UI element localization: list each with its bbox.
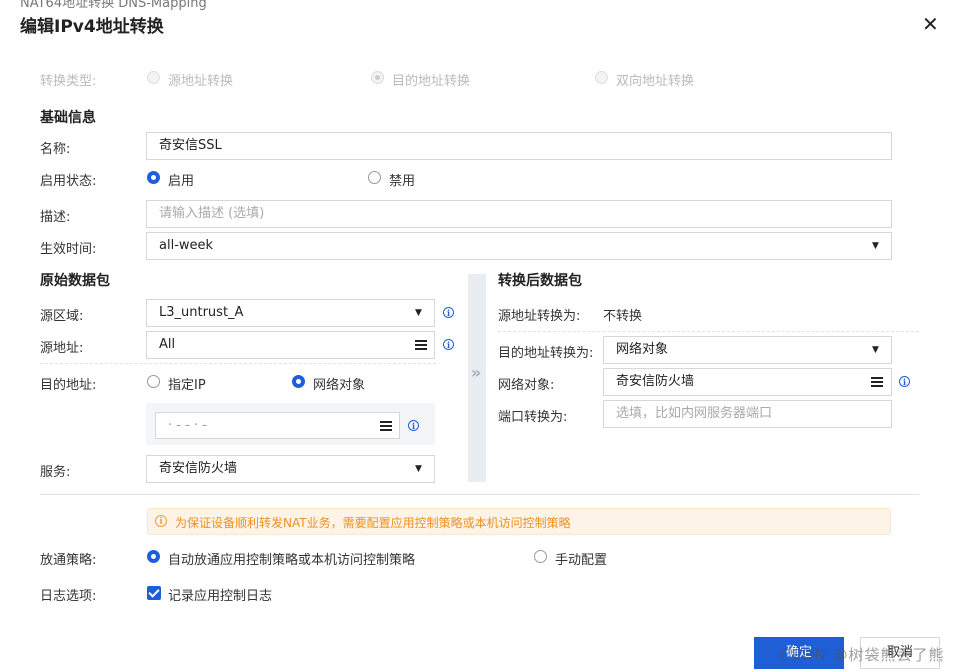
watermark: CSDN @树袋熊丢了熊: [780, 646, 945, 664]
radio-manual-policy-label: 手动配置: [555, 553, 608, 568]
policy-label: 放通策略:: [40, 553, 97, 568]
source-address-value: All: [159, 337, 176, 352]
status-label: 启用状态:: [40, 174, 97, 189]
name-input[interactable]: 奇安信SSL: [146, 132, 892, 160]
list-icon[interactable]: [871, 377, 883, 387]
service-value: 奇安信防火墙: [159, 461, 238, 476]
conversion-type-label: 转换类型:: [40, 74, 97, 89]
source-translation-value: 不转换: [603, 309, 643, 324]
caret-down-icon: ▼: [872, 241, 879, 251]
caret-down-icon: ▼: [415, 464, 422, 474]
double-chevron-right-icon: »: [471, 363, 482, 382]
source-address-label: 源地址:: [40, 341, 84, 356]
effective-time-select[interactable]: all-week: [146, 232, 892, 260]
info-icon[interactable]: i: [408, 420, 419, 431]
warning-icon: i: [155, 515, 167, 527]
service-select[interactable]: 奇安信防火墙: [146, 455, 435, 483]
effective-time-label: 生效时间:: [40, 242, 97, 257]
source-zone-value: L3_untrust_A: [159, 305, 244, 320]
radio-auto-policy[interactable]: [147, 550, 160, 563]
info-icon[interactable]: i: [443, 307, 454, 318]
info-icon[interactable]: i: [443, 339, 454, 350]
translated-packet-heading: 转换后数据包: [498, 273, 582, 289]
caret-down-icon: ▼: [415, 308, 422, 318]
radio-enabled[interactable]: [147, 171, 160, 184]
section-divider: [40, 494, 919, 495]
radio-network-object[interactable]: [292, 375, 305, 388]
radio-dest-nat: [371, 71, 384, 84]
list-icon[interactable]: [380, 421, 392, 431]
radio-network-object-label: 网络对象: [313, 378, 366, 393]
network-object-value: 奇安信防火墙: [616, 374, 695, 389]
source-zone-label: 源区域:: [40, 309, 84, 324]
dest-object-input[interactable]: · - - · -: [155, 412, 400, 439]
dest-object-value: · - - · -: [168, 418, 207, 433]
dest-translation-select[interactable]: 网络对象: [603, 336, 892, 364]
original-packet-heading: 原始数据包: [40, 273, 110, 289]
list-icon[interactable]: [415, 340, 427, 350]
source-translation-label: 源地址转换为:: [498, 309, 581, 324]
service-label: 服务:: [40, 465, 71, 480]
name-label: 名称:: [40, 142, 71, 157]
dest-address-label: 目的地址:: [40, 378, 97, 393]
basic-info-heading: 基础信息: [40, 110, 96, 126]
log-label: 日志选项:: [40, 589, 97, 604]
radio-enabled-label: 启用: [168, 174, 195, 189]
log-checkbox[interactable]: [147, 586, 161, 600]
dest-translation-value: 网络对象: [616, 342, 669, 357]
port-translation-label: 端口转换为:: [498, 410, 568, 425]
radio-bidirectional-nat-label: 双向地址转换: [616, 74, 695, 89]
radio-source-nat: [147, 71, 160, 84]
port-translation-input[interactable]: 选填，比如内网服务器端口: [603, 400, 892, 428]
radio-bidirectional-nat: [595, 71, 608, 84]
network-object-input[interactable]: 奇安信防火墙: [603, 368, 892, 396]
dest-translation-label: 目的地址转换为:: [498, 346, 594, 361]
radio-dest-nat-label: 目的地址转换: [392, 74, 471, 89]
caret-down-icon: ▼: [872, 345, 879, 355]
background-tabs-text: NAT64地址转换 DNS-Mapping: [20, 0, 207, 11]
row-divider: [40, 363, 436, 364]
network-object-label: 网络对象:: [498, 378, 555, 393]
log-checkbox-label: 记录应用控制日志: [168, 589, 273, 604]
row-divider: [498, 331, 919, 332]
radio-specific-ip-label: 指定IP: [168, 378, 206, 393]
radio-specific-ip[interactable]: [147, 375, 160, 388]
radio-source-nat-label: 源地址转换: [168, 74, 234, 89]
description-input[interactable]: 请输入描述 (选填): [146, 200, 892, 228]
radio-disabled[interactable]: [368, 171, 381, 184]
radio-auto-policy-label: 自动放通应用控制策略或本机访问控制策略: [168, 553, 416, 568]
radio-manual-policy[interactable]: [534, 550, 547, 563]
info-icon[interactable]: i: [899, 376, 910, 387]
close-icon[interactable]: ✕: [922, 12, 939, 36]
notice-text: 为保证设备顺利转发NAT业务，需要配置应用控制策略或本机访问控制策略: [175, 516, 571, 530]
effective-time-value: all-week: [159, 238, 214, 253]
description-label: 描述:: [40, 210, 71, 225]
dialog-title: 编辑IPv4地址转换: [20, 17, 164, 37]
radio-disabled-label: 禁用: [389, 174, 416, 189]
source-address-input[interactable]: All: [146, 331, 435, 359]
source-zone-select[interactable]: L3_untrust_A: [146, 299, 435, 327]
